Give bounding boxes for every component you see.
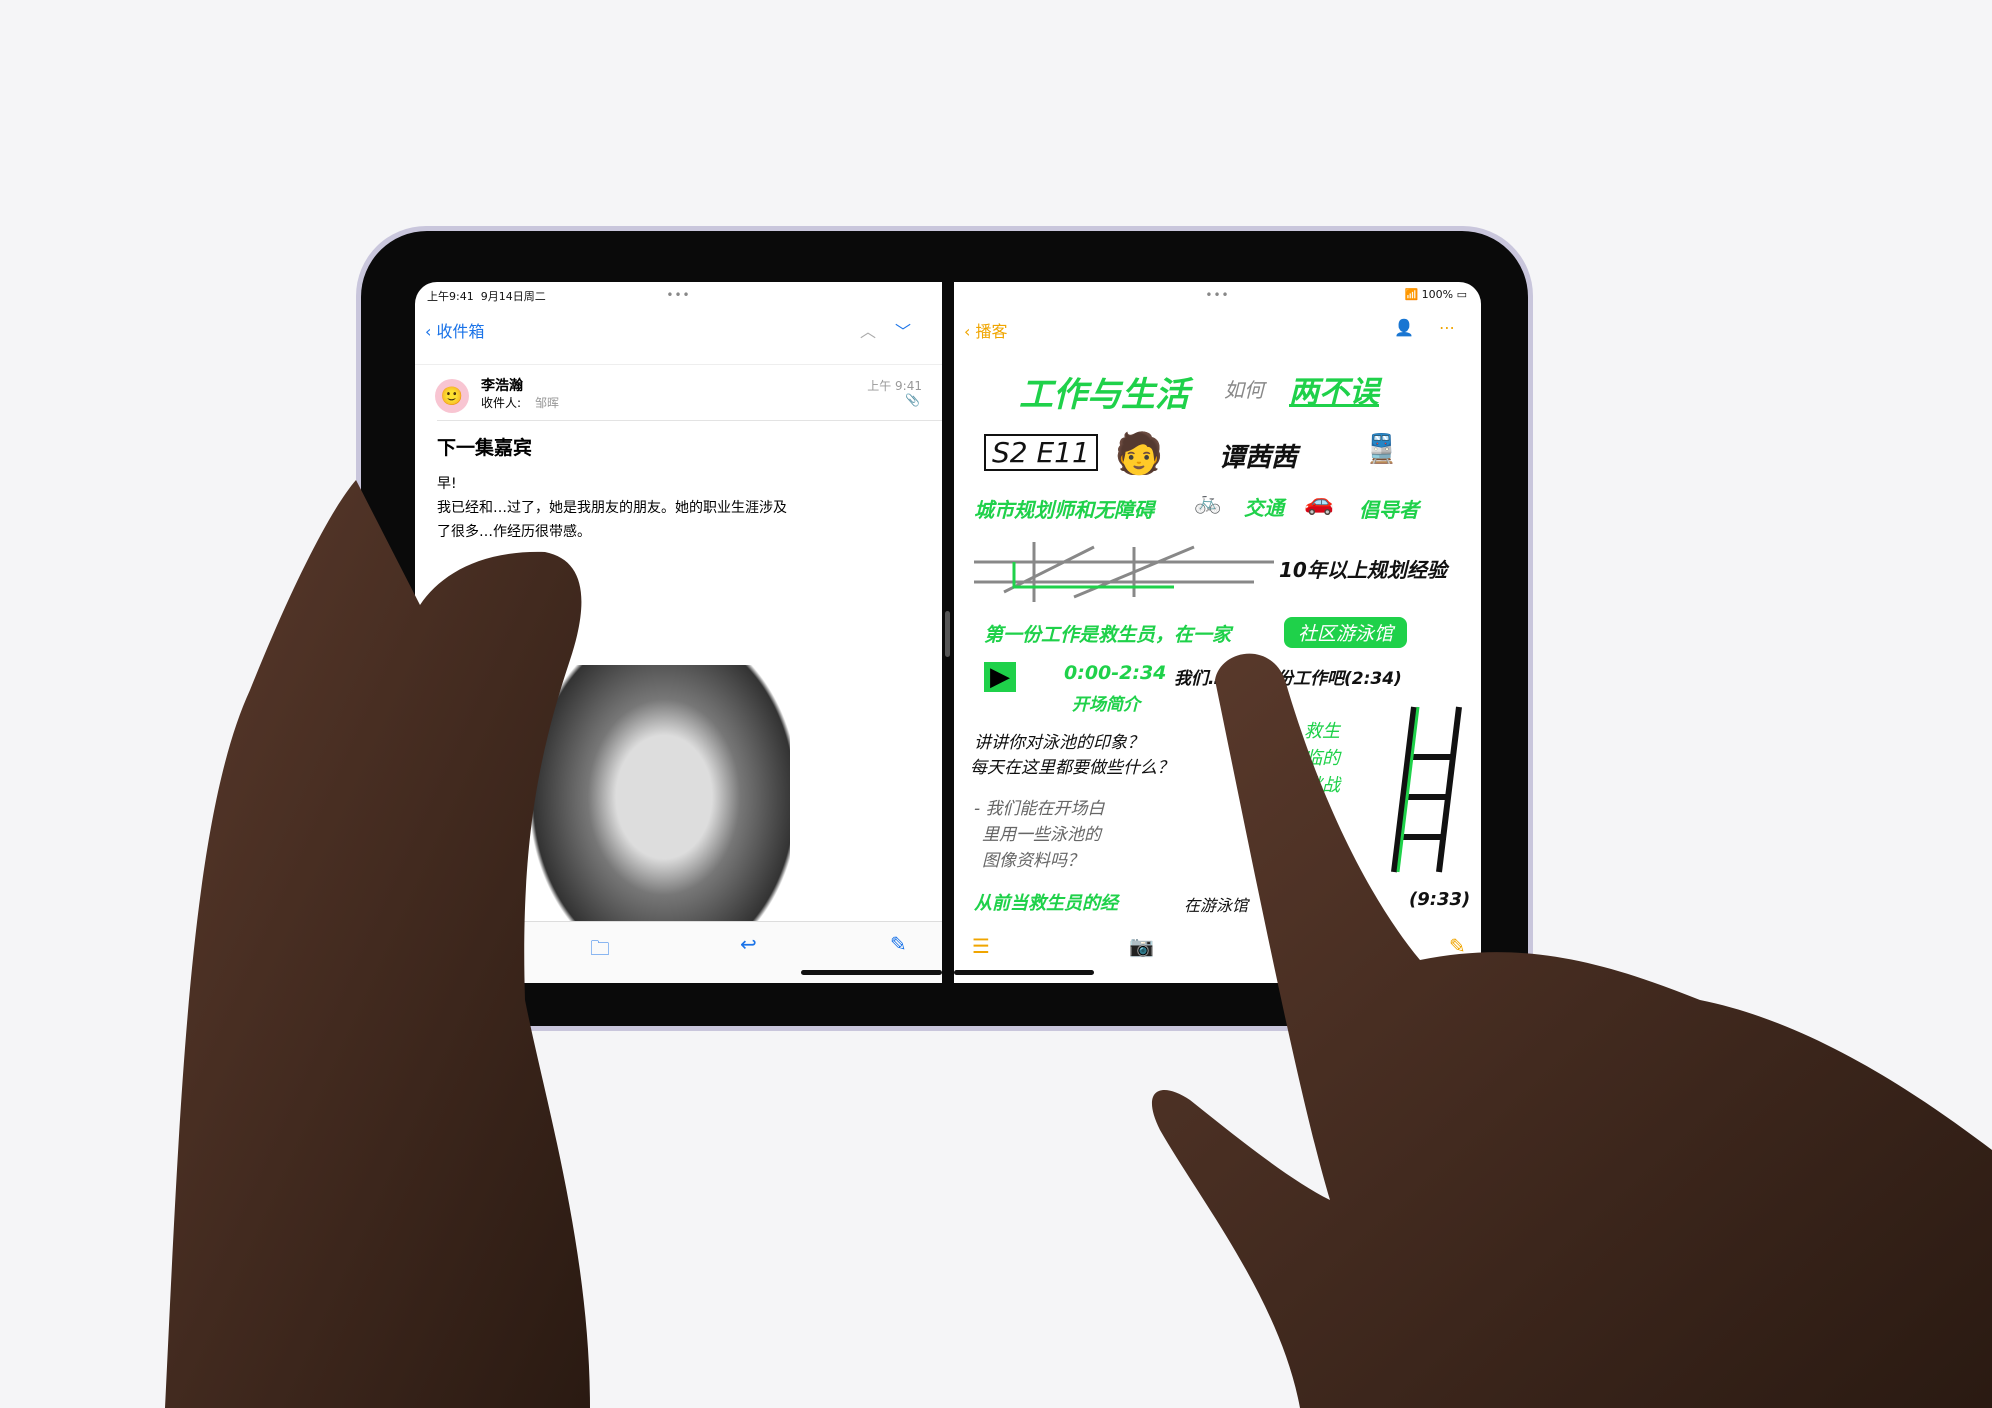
right-hand [1151,653,1992,1408]
hands [165,480,1992,1408]
left-hand [165,480,590,1408]
